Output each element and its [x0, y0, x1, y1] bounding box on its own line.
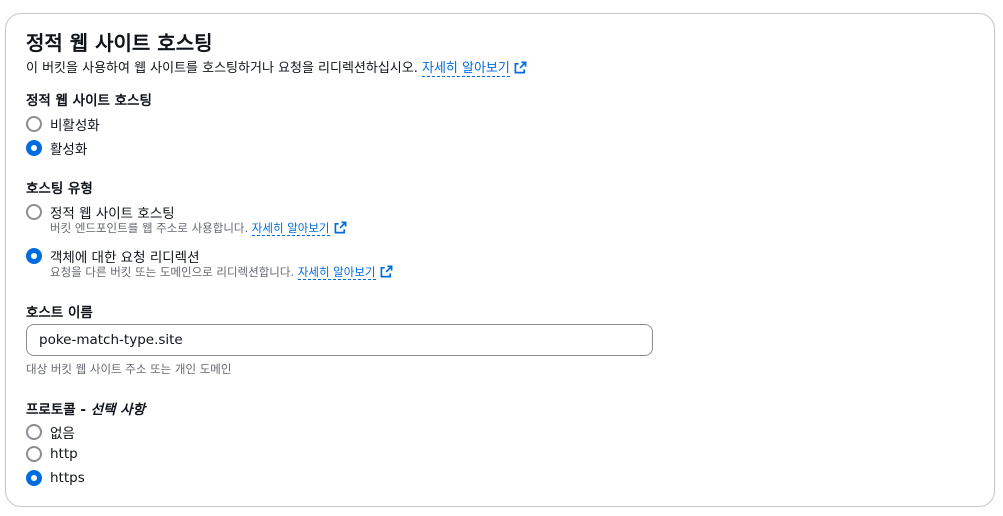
radio-enable[interactable]: 활성화	[26, 138, 87, 158]
radio-disable-control[interactable]	[26, 116, 42, 132]
host-name-label: 호스트 이름	[26, 305, 93, 321]
radio-protocol-https-control[interactable]	[26, 470, 42, 486]
external-link-icon	[380, 265, 393, 281]
protocol-label: 프로토콜 - 선택 사항	[26, 398, 145, 418]
external-link-icon	[514, 61, 527, 78]
learn-more-link[interactable]: 자세히 알아보기	[422, 61, 510, 77]
radio-protocol-none-label: 없음	[50, 426, 75, 442]
radio-disable-label: 비활성화	[50, 118, 100, 134]
radio-redirect[interactable]: 객체에 대한 요청 리디렉션	[26, 246, 200, 266]
radio-protocol-http-control[interactable]	[26, 446, 42, 462]
radio-redirect-label: 객체에 대한 요청 리디렉션	[50, 250, 200, 266]
external-link-icon	[334, 221, 347, 237]
radio-static-hosting[interactable]: 정적 웹 사이트 호스팅	[26, 202, 175, 222]
redirect-description: 요청을 다른 버킷 또는 도메인으로 리디렉션합니다. 자세히 알아보기	[50, 264, 393, 281]
section-title: 정적 웹 사이트 호스팅	[26, 31, 213, 55]
radio-protocol-none[interactable]: 없음	[26, 422, 75, 442]
radio-protocol-http[interactable]: http	[26, 446, 78, 462]
radio-disable[interactable]: 비활성화	[26, 114, 100, 134]
redirect-learn-more-text: 자세히 알아보기	[297, 265, 376, 279]
radio-enable-control[interactable]	[26, 140, 42, 156]
static-hosting-description: 버킷 엔드포인트를 웹 주소로 사용합니다. 자세히 알아보기	[50, 220, 347, 237]
protocol-optional-text: 선택 사항	[90, 402, 146, 418]
hosting-type-label: 호스팅 유형	[26, 181, 93, 197]
learn-more-link-text: 자세히 알아보기	[422, 61, 510, 76]
radio-protocol-none-control[interactable]	[26, 424, 42, 440]
section-description-text: 이 버킷을 사용하여 웹 사이트를 호스팅하거나 요청을 리디렉션하십시오.	[26, 61, 418, 76]
radio-protocol-https[interactable]: https	[26, 470, 85, 486]
redirect-description-text: 요청을 다른 버킷 또는 도메인으로 리디렉션합니다.	[50, 265, 295, 279]
static-hosting-learn-more-link[interactable]: 자세히 알아보기	[251, 221, 330, 236]
host-name-input[interactable]	[26, 324, 653, 356]
redirect-learn-more-link[interactable]: 자세히 알아보기	[297, 265, 376, 280]
static-hosting-description-text: 버킷 엔드포인트를 웹 주소로 사용합니다.	[50, 221, 249, 235]
radio-protocol-https-label: https	[50, 470, 85, 486]
static-hosting-label: 정적 웹 사이트 호스팅	[26, 93, 152, 109]
radio-enable-label: 활성화	[50, 142, 88, 158]
radio-protocol-http-label: http	[50, 446, 78, 462]
radio-static-hosting-control[interactable]	[26, 204, 42, 220]
protocol-label-text: 프로토콜 -	[26, 402, 86, 418]
radio-redirect-control[interactable]	[26, 248, 42, 264]
section-description: 이 버킷을 사용하여 웹 사이트를 호스팅하거나 요청을 리디렉션하십시오. 자…	[26, 57, 527, 78]
host-name-hint: 대상 버킷 웹 사이트 주소 또는 개인 도메인	[26, 362, 232, 376]
radio-static-hosting-label: 정적 웹 사이트 호스팅	[50, 206, 175, 222]
static-hosting-learn-more-text: 자세히 알아보기	[251, 221, 330, 235]
